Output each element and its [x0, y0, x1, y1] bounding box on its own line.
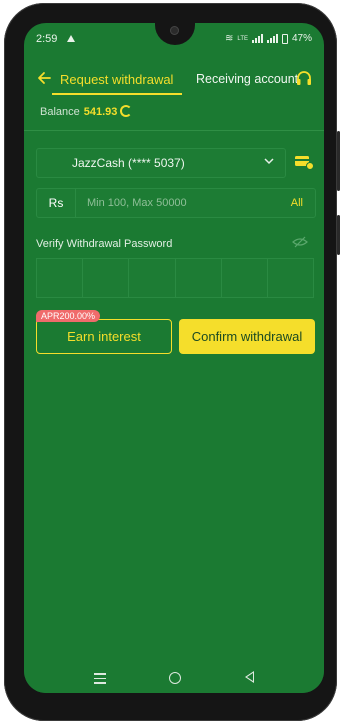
- network-label: LTE: [237, 35, 248, 42]
- tab-receiving-account[interactable]: Receiving account: [196, 72, 298, 86]
- section-divider: [24, 130, 324, 131]
- amount-placeholder: Min 100, Max 50000: [87, 197, 187, 209]
- account-select[interactable]: JazzCash (**** 5037): [36, 148, 286, 178]
- tab-request-withdrawal[interactable]: Request withdrawal: [60, 72, 173, 87]
- amount-input[interactable]: Rs Min 100, Max 50000 All: [36, 188, 316, 218]
- account-select-value: JazzCash (**** 5037): [72, 156, 185, 170]
- pin-cell[interactable]: [267, 259, 314, 297]
- power-button: [337, 215, 340, 255]
- status-bar: 2:59 ≋ LTE 47%: [24, 31, 324, 49]
- pin-cell[interactable]: [129, 259, 176, 297]
- headset-icon[interactable]: [295, 69, 313, 87]
- alert-icon: [67, 35, 75, 42]
- active-tab-indicator: [52, 93, 182, 95]
- app-screen: 2:59 ≋ LTE 47% Request withdrawal Receiv…: [24, 23, 324, 693]
- balance-label: Balance: [40, 106, 80, 118]
- nav-back-icon[interactable]: [245, 671, 254, 683]
- pin-cell[interactable]: [83, 259, 130, 297]
- apr-badge: APR200.00%: [36, 310, 101, 322]
- confirm-withdrawal-button[interactable]: Confirm withdrawal: [179, 319, 315, 354]
- all-button[interactable]: All: [291, 197, 303, 209]
- signal-icon-2: [266, 34, 278, 43]
- battery-icon: [281, 33, 288, 44]
- signal-icon: [251, 34, 263, 43]
- status-right: ≋ LTE 47%: [225, 33, 312, 44]
- back-arrow-icon[interactable]: [36, 69, 54, 87]
- app-header: Request withdrawal Receiving account: [24, 67, 324, 95]
- phone-frame: 2:59 ≋ LTE 47% Request withdrawal Receiv…: [4, 3, 340, 721]
- add-card-icon[interactable]: [294, 154, 314, 170]
- refresh-icon[interactable]: [120, 105, 133, 117]
- password-pin-field[interactable]: [36, 258, 314, 298]
- battery-level: 47%: [291, 33, 312, 44]
- password-label: Verify Withdrawal Password: [36, 238, 173, 250]
- recent-apps-icon[interactable]: [94, 673, 106, 687]
- status-time: 2:59: [36, 33, 58, 45]
- pin-cell[interactable]: [175, 259, 222, 297]
- earn-interest-button[interactable]: Earn interest: [36, 319, 172, 354]
- eye-hidden-icon[interactable]: [292, 236, 308, 248]
- chevron-down-icon: [264, 158, 274, 165]
- balance-row: Balance 541.93: [40, 105, 133, 118]
- system-nav-bar: [24, 663, 324, 693]
- pin-cell[interactable]: [37, 259, 84, 297]
- wifi-icon: ≋: [225, 33, 234, 44]
- currency-label: Rs: [37, 189, 76, 217]
- home-icon[interactable]: [169, 672, 181, 684]
- balance-value: 541.93: [83, 106, 118, 118]
- pin-cell[interactable]: [221, 259, 268, 297]
- volume-button: [337, 131, 340, 191]
